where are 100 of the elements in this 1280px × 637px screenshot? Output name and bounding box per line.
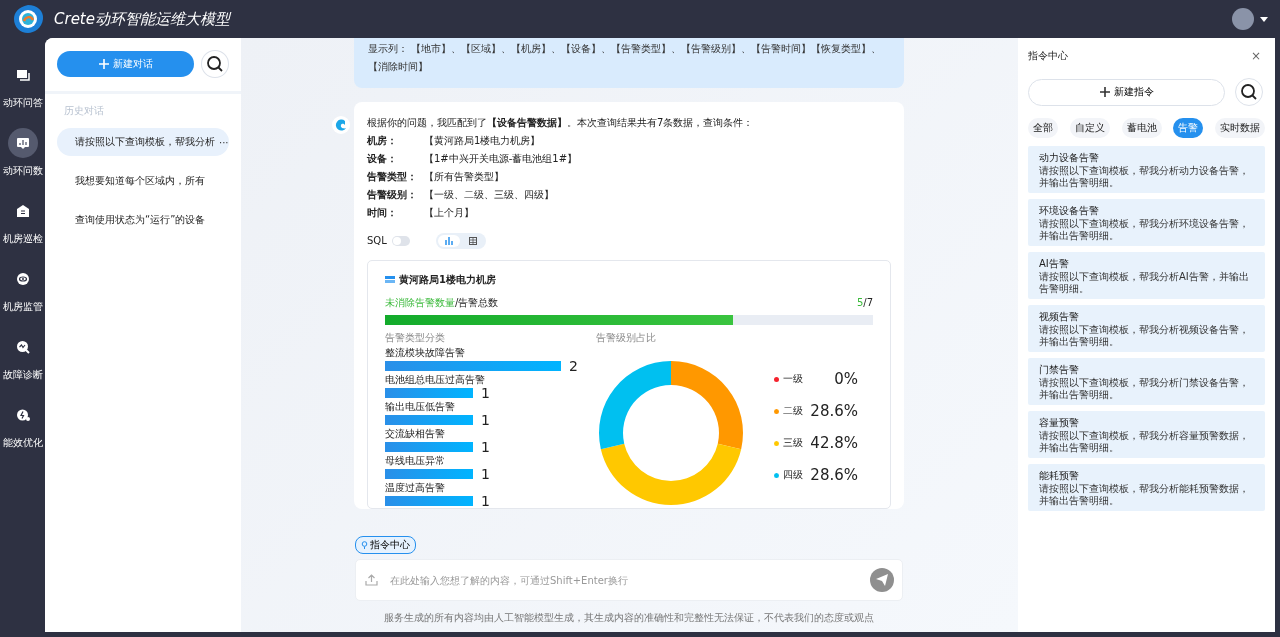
pin-icon bbox=[361, 541, 368, 549]
command-center-chip[interactable]: 指令中心 bbox=[355, 536, 416, 554]
card-description: 请按照以下查询模板，帮我分析动力设备告警，并输出告警明细。 bbox=[1039, 165, 1250, 189]
bar-value: 1 bbox=[481, 494, 490, 508]
search-icon bbox=[206, 55, 225, 73]
filter-tab[interactable]: 蓄电池 bbox=[1121, 118, 1162, 138]
command-card[interactable]: 能耗预警 请按照以下查询模板，帮我分析能耗预警数据，并输出告警明细。 bbox=[1028, 464, 1265, 511]
card-title: 容量预警 bbox=[1039, 416, 1080, 429]
condition-label: 设备： bbox=[367, 152, 398, 166]
condition-label: 告警级别： bbox=[367, 188, 418, 202]
bar-value: 1 bbox=[481, 467, 490, 481]
chart-title: 告警级别占比 bbox=[596, 332, 657, 344]
bolt-icon bbox=[14, 407, 31, 423]
command-card[interactable]: 门禁告警 请按照以下查询模板，帮我分析门禁设备告警，并输出告警明细。 bbox=[1028, 358, 1265, 405]
table-icon bbox=[468, 237, 477, 245]
room-title: 黄河路局1楼电力机房 bbox=[399, 273, 496, 287]
progress-count: 5/7 bbox=[856, 296, 873, 310]
history-item[interactable]: 查询使用状态为“运行”的设备 bbox=[57, 206, 229, 234]
bar-label: 母线电压异常 bbox=[385, 454, 446, 467]
card-description: 请按照以下查询模板，帮我分析容量预警数据，并输出告警明细。 bbox=[1039, 430, 1250, 454]
condition-value: 【黄河路局1楼电力机房】 bbox=[424, 134, 541, 148]
bar-label: 电池组总电压过高告警 bbox=[385, 373, 486, 386]
bar-value: 2 bbox=[569, 359, 578, 373]
condition-label: 时间： bbox=[367, 206, 398, 220]
card-description: 请按照以下查询模板，帮我分析门禁设备告警，并输出告警明细。 bbox=[1039, 377, 1250, 401]
user-message: 显示列： 【地市】、【区域】、【机房】、【设备】、【告警类型】、【告警级别】、【告警时间】【恢复类型】、【消除时间】 bbox=[354, 38, 904, 88]
sql-toggle[interactable] bbox=[391, 236, 410, 246]
card-title: 动力设备告警 bbox=[1039, 151, 1100, 164]
legend-label: 二级 bbox=[782, 404, 804, 418]
bar-value: 1 bbox=[481, 440, 490, 454]
card-title: 能耗预警 bbox=[1039, 469, 1080, 482]
message-input[interactable]: 在此处输入您想了解的内容，可通过Shift+Enter换行 bbox=[388, 560, 860, 600]
filter-tab[interactable]: 全部 bbox=[1028, 118, 1058, 138]
legend-label: 四级 bbox=[782, 468, 804, 482]
condition-value: 【上个月】 bbox=[424, 206, 474, 220]
disclaimer-text: 服务生成的所有内容均由人工智能模型生成，其生成内容的准确性和完整性无法保证，不代表我们的态度或观点 bbox=[383, 611, 875, 625]
condition-value: 【所有告警类型】 bbox=[424, 170, 504, 184]
bot-avatar-icon bbox=[332, 116, 350, 134]
panel-title: 指令中心 bbox=[1028, 49, 1068, 63]
user-avatar[interactable] bbox=[1232, 8, 1254, 30]
search-button[interactable] bbox=[201, 50, 229, 78]
nav-item[interactable]: 动环问答 bbox=[2, 60, 43, 110]
command-card[interactable]: 动力设备告警 请按照以下查询模板，帮我分析动力设备告警，并输出告警明细。 bbox=[1028, 146, 1265, 193]
history-item[interactable]: 我想要知道每个区域内，所有 bbox=[57, 167, 229, 195]
command-card[interactable]: AI告警 请按照以下查询模板，帮我分析AI告警，并输出告警明细。 bbox=[1028, 252, 1265, 299]
new-command-button[interactable]: 新建指令 bbox=[1028, 78, 1225, 106]
card-title: AI告警 bbox=[1039, 257, 1070, 270]
message-field[interactable]: 在此处输入您想了解的内容，可通过Shift+Enter换行 bbox=[355, 559, 903, 601]
eye-icon bbox=[14, 271, 31, 287]
answer-text: 根据你的问题，我匹配到了【设备告警数据】。本次查询结果共有7条数据，查询条件： bbox=[367, 116, 755, 130]
filter-tab[interactable]: 实时数据 bbox=[1215, 118, 1265, 138]
condition-value: 【一级、二级、三级、四级】 bbox=[424, 188, 554, 202]
server-icon bbox=[385, 276, 395, 284]
condition-label: 告警类型： bbox=[367, 170, 418, 184]
legend-label: 三级 bbox=[782, 436, 804, 450]
plus-icon bbox=[98, 59, 109, 69]
bar-label: 整流模块故障告警 bbox=[385, 346, 466, 359]
bar-chart-icon bbox=[444, 237, 453, 245]
condition-label: 机房： bbox=[367, 134, 398, 148]
filter-tab[interactable]: 自定义 bbox=[1069, 118, 1110, 138]
command-card[interactable]: 环境设备告警 请按照以下查询模板，帮我分析环境设备告警，并输出告警明细。 bbox=[1028, 199, 1265, 246]
plus-icon bbox=[1099, 87, 1110, 97]
bar-label: 输出电压低告警 bbox=[385, 400, 456, 413]
card-description: 请按照以下查询模板，帮我分析能耗预警数据，并输出告警明细。 bbox=[1039, 483, 1250, 507]
history-heading: 历史对话 bbox=[63, 104, 105, 118]
history-item[interactable]: 请按照以下查询模板，帮我分析 ··· bbox=[57, 128, 229, 156]
house-icon bbox=[14, 203, 31, 219]
legend-percent: 0% bbox=[833, 370, 858, 388]
legend-label: 一级 bbox=[783, 372, 804, 386]
card-description: 请按照以下查询模板，帮我分析AI告警，并输出告警明细。 bbox=[1039, 271, 1250, 295]
upload-icon[interactable] bbox=[365, 574, 378, 586]
chart-message-icon bbox=[14, 135, 31, 151]
more-icon[interactable]: ··· bbox=[219, 136, 229, 148]
nav-item[interactable]: 动环问数 bbox=[2, 128, 43, 178]
condition-value: 【1#中兴开关电源-蓄电池组1#】 bbox=[424, 152, 578, 166]
sql-label: SQL bbox=[367, 234, 387, 248]
bar-value: 1 bbox=[481, 386, 490, 400]
chat-icon bbox=[14, 67, 31, 83]
card-title: 门禁告警 bbox=[1039, 363, 1080, 376]
command-card[interactable]: 视频告警 请按照以下查询模板，帮我分析视频设备告警，并输出告警明细。 bbox=[1028, 305, 1265, 352]
chart-title: 告警类型分类 bbox=[385, 332, 446, 344]
nav-item[interactable]: 机房监管 bbox=[2, 264, 43, 314]
caret-icon[interactable] bbox=[1260, 16, 1268, 22]
legend-percent: 28.6% bbox=[810, 402, 858, 420]
app-title: Crete动环智能运维大模型 bbox=[54, 9, 230, 29]
legend-percent: 42.8% bbox=[810, 434, 858, 452]
nav-item[interactable]: 故障诊断 bbox=[2, 332, 43, 382]
legend-percent: 28.6% bbox=[810, 466, 858, 484]
search-button[interactable] bbox=[1235, 78, 1263, 106]
paper-plane-icon bbox=[876, 574, 888, 586]
nav-item[interactable]: 能效优化 bbox=[2, 400, 43, 450]
search-icon bbox=[1240, 83, 1258, 101]
magnifier-icon bbox=[14, 339, 31, 355]
card-title: 视频告警 bbox=[1039, 310, 1080, 323]
close-button[interactable]: × bbox=[1250, 49, 1261, 63]
command-card[interactable]: 容量预警 请按照以下查询模板，帮我分析容量预警数据，并输出告警明细。 bbox=[1028, 411, 1265, 458]
nav-item[interactable]: 机房巡检 bbox=[2, 196, 43, 246]
send-button[interactable] bbox=[870, 568, 894, 592]
bar-value: 1 bbox=[481, 413, 490, 427]
bar-label: 温度过高告警 bbox=[385, 481, 446, 494]
